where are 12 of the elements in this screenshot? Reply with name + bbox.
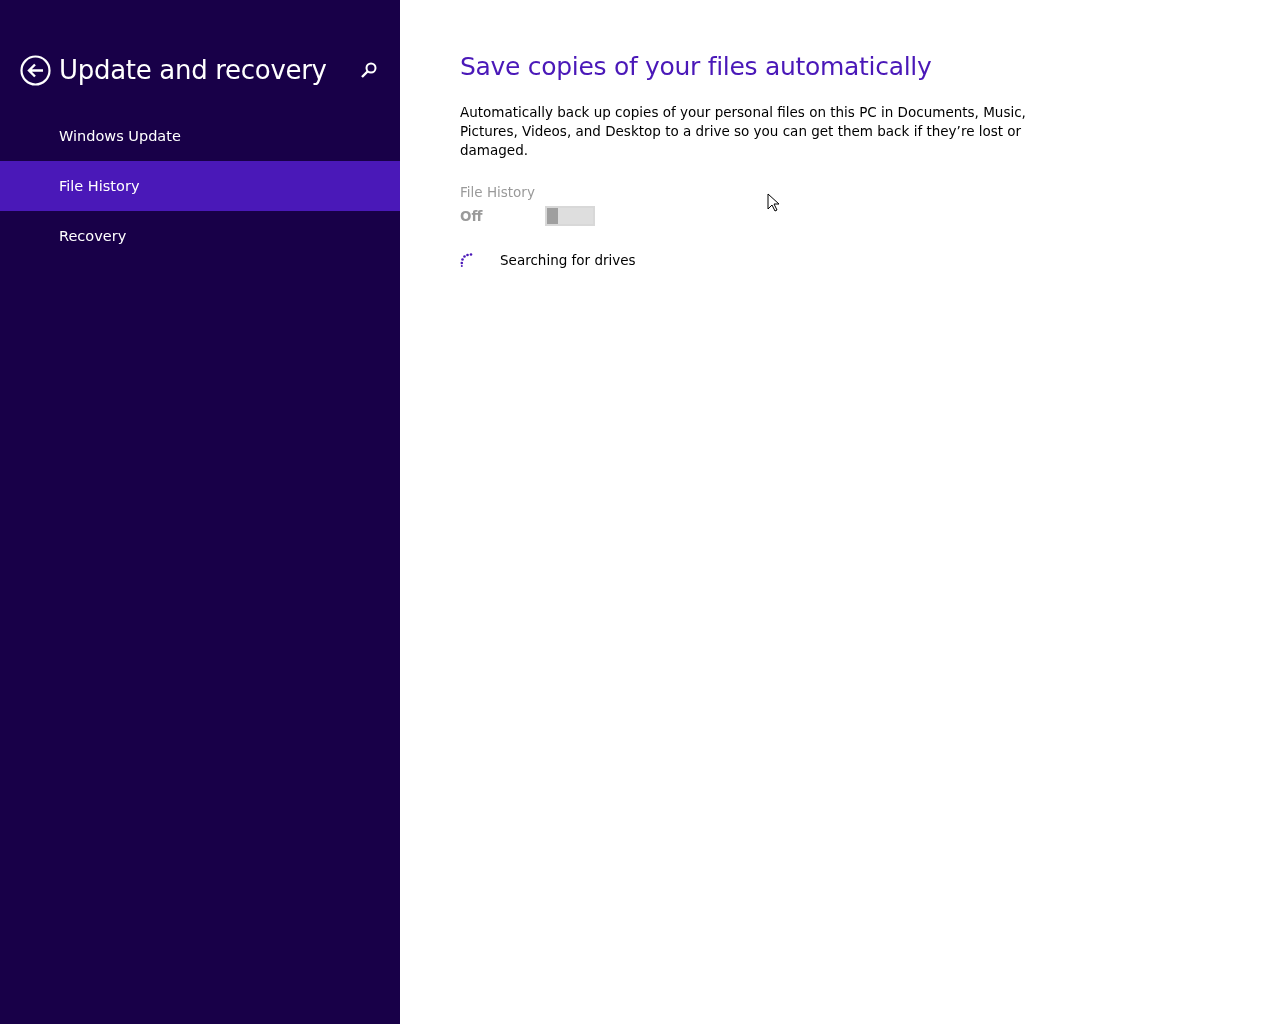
nav-item[interactable]: Recovery: [0, 211, 400, 261]
section-heading: Save copies of your files automatically: [460, 52, 933, 81]
back-button[interactable]: [20, 54, 51, 86]
description-text: Automatically back up copies of your personal files on this PC in Documents, Music, Pictures, Videos, and Desktop to a drive so you can get them back if they’re lost or damaged.: [460, 103, 1027, 160]
nav-item[interactable]: Windows Update: [0, 111, 400, 161]
page-title: Update and recovery: [59, 55, 328, 85]
toggle-state-text: Off: [460, 208, 484, 224]
search-button[interactable]: [360, 61, 378, 79]
mouse-pointer-icon: [767, 193, 780, 212]
toggle-label: File History: [460, 184, 536, 200]
nav-item[interactable]: File History: [0, 161, 400, 211]
status-text: Searching for drives: [500, 252, 636, 268]
